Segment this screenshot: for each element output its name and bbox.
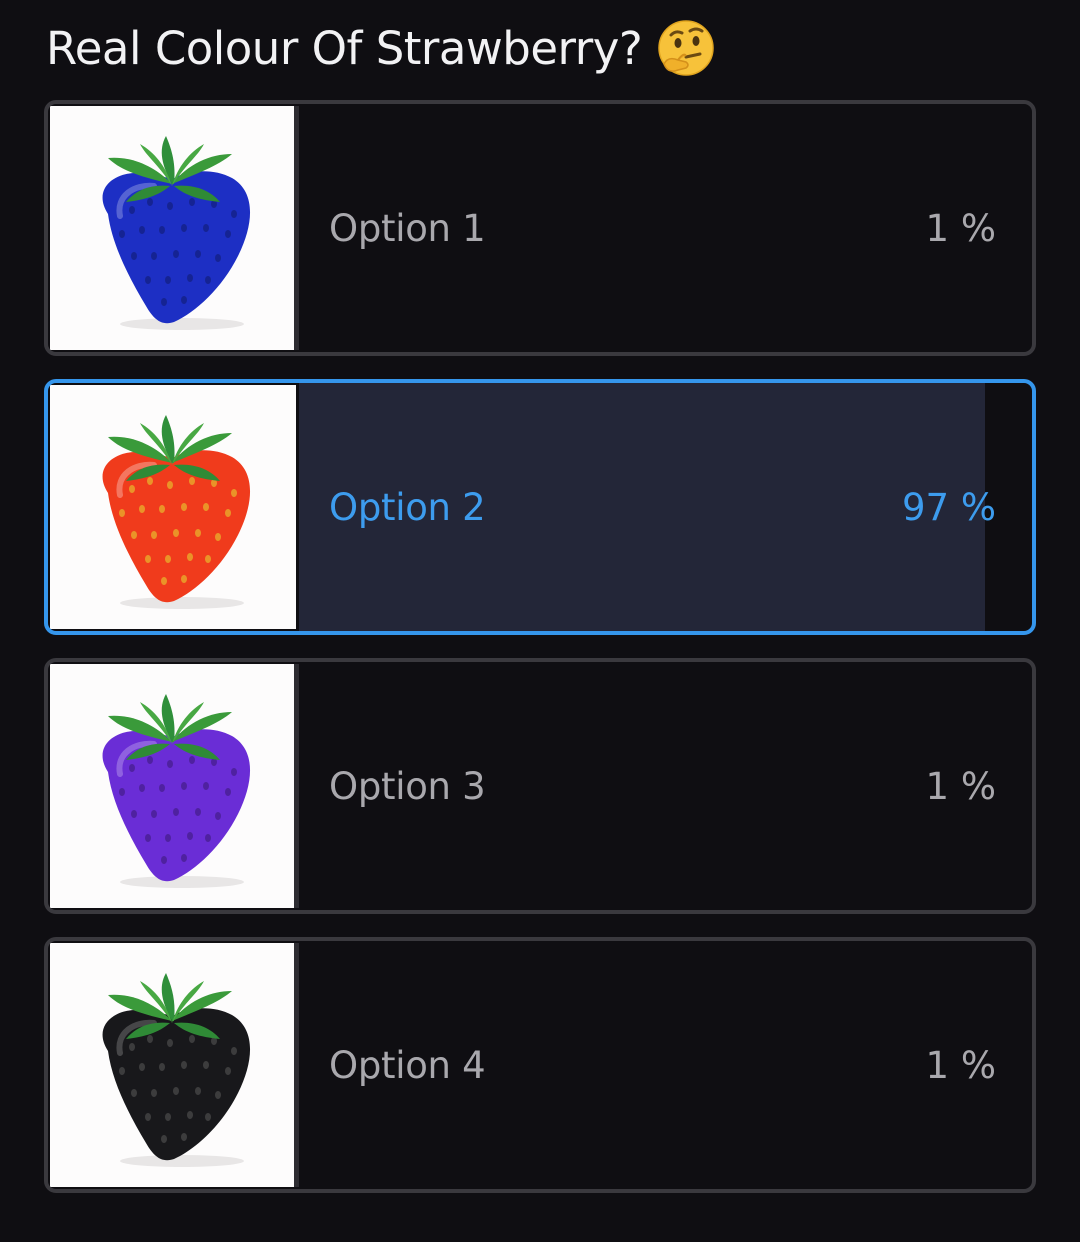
- black-strawberry-image: [50, 943, 299, 1187]
- option-percent: 97 %: [902, 485, 996, 529]
- purple-strawberry-image: [50, 664, 299, 908]
- option-label: Option 3: [329, 764, 486, 808]
- option-percent: 1 %: [925, 1043, 996, 1087]
- red-strawberry-image: [50, 385, 296, 629]
- option-label: Option 4: [329, 1043, 486, 1087]
- poll-question-text: Real Colour Of Strawberry?: [46, 21, 643, 75]
- poll-question: Real Colour Of Strawberry?: [46, 14, 716, 82]
- thinking-face-icon: [656, 18, 716, 78]
- option-label: Option 1: [329, 206, 486, 250]
- blue-strawberry-image: [50, 106, 299, 350]
- poll-card: Real Colour Of Strawberry? Option 1 1 % …: [0, 0, 1080, 1242]
- option-percent: 1 %: [925, 764, 996, 808]
- poll-option-4[interactable]: Option 4 1 %: [44, 937, 1036, 1193]
- poll-option-1[interactable]: Option 1 1 %: [44, 100, 1036, 356]
- poll-option-3[interactable]: Option 3 1 %: [44, 658, 1036, 914]
- option-label: Option 2: [329, 485, 486, 529]
- poll-option-2[interactable]: Option 2 97 %: [44, 379, 1036, 635]
- option-percent: 1 %: [925, 206, 996, 250]
